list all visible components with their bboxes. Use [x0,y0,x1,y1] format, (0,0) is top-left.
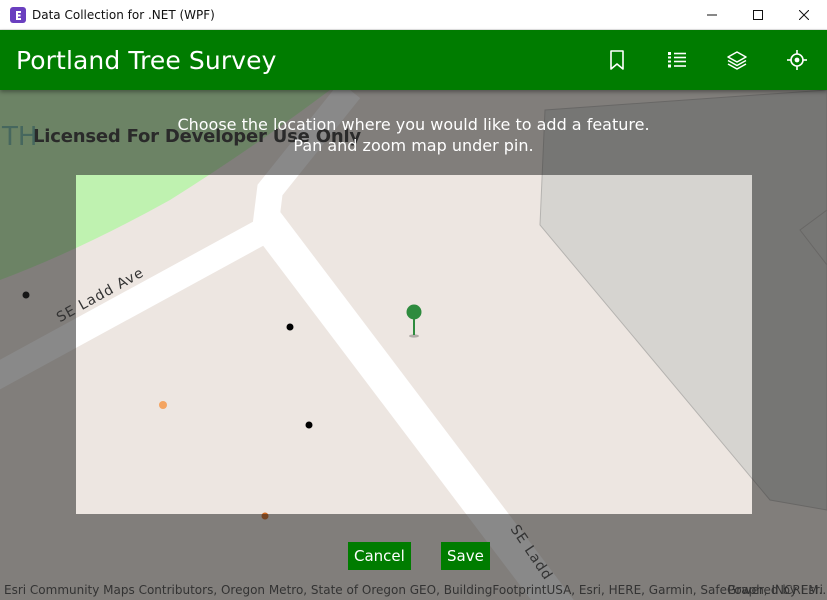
cancel-button[interactable]: Cancel [348,542,411,570]
feature-list-button[interactable] [647,30,707,90]
layers-icon [727,51,747,70]
location-pin-icon [406,304,422,338]
attribution-sources: Esri Community Maps Contributors, Oregon… [4,583,827,597]
window-title: Data Collection for .NET (WPF) [32,7,215,22]
app-window: Data Collection for .NET (WPF) Portland … [0,0,827,600]
map-view[interactable]: Licensed For Developer Use Only TH Choos… [0,90,827,600]
action-bar: Cancel Save [0,542,827,570]
instruction-line-2: Pan and zoom map under pin. [293,136,534,155]
minimize-button[interactable] [689,0,735,30]
instruction-line-1: Choose the location where you would like… [177,115,650,134]
bookmark-icon [610,50,624,70]
locate-button[interactable] [767,30,827,90]
list-icon [668,52,686,68]
app-logo-icon [10,6,26,23]
minimize-icon [707,14,717,16]
maximize-button[interactable] [735,0,781,30]
save-button[interactable]: Save [441,542,490,570]
map-attribution: Esri Community Maps Contributors, Oregon… [0,580,827,600]
close-icon [799,10,809,20]
window-title-bar[interactable]: Data Collection for .NET (WPF) [0,0,827,30]
app-header: Portland Tree Survey [0,30,827,90]
bookmarks-button[interactable] [587,30,647,90]
maximize-icon [753,10,763,20]
basemap [0,90,827,600]
close-button[interactable] [781,0,827,30]
locate-icon [787,50,807,70]
powered-by-esri[interactable]: Powered by Esri [728,580,823,600]
app-title: Portland Tree Survey [16,45,277,75]
layers-button[interactable] [707,30,767,90]
